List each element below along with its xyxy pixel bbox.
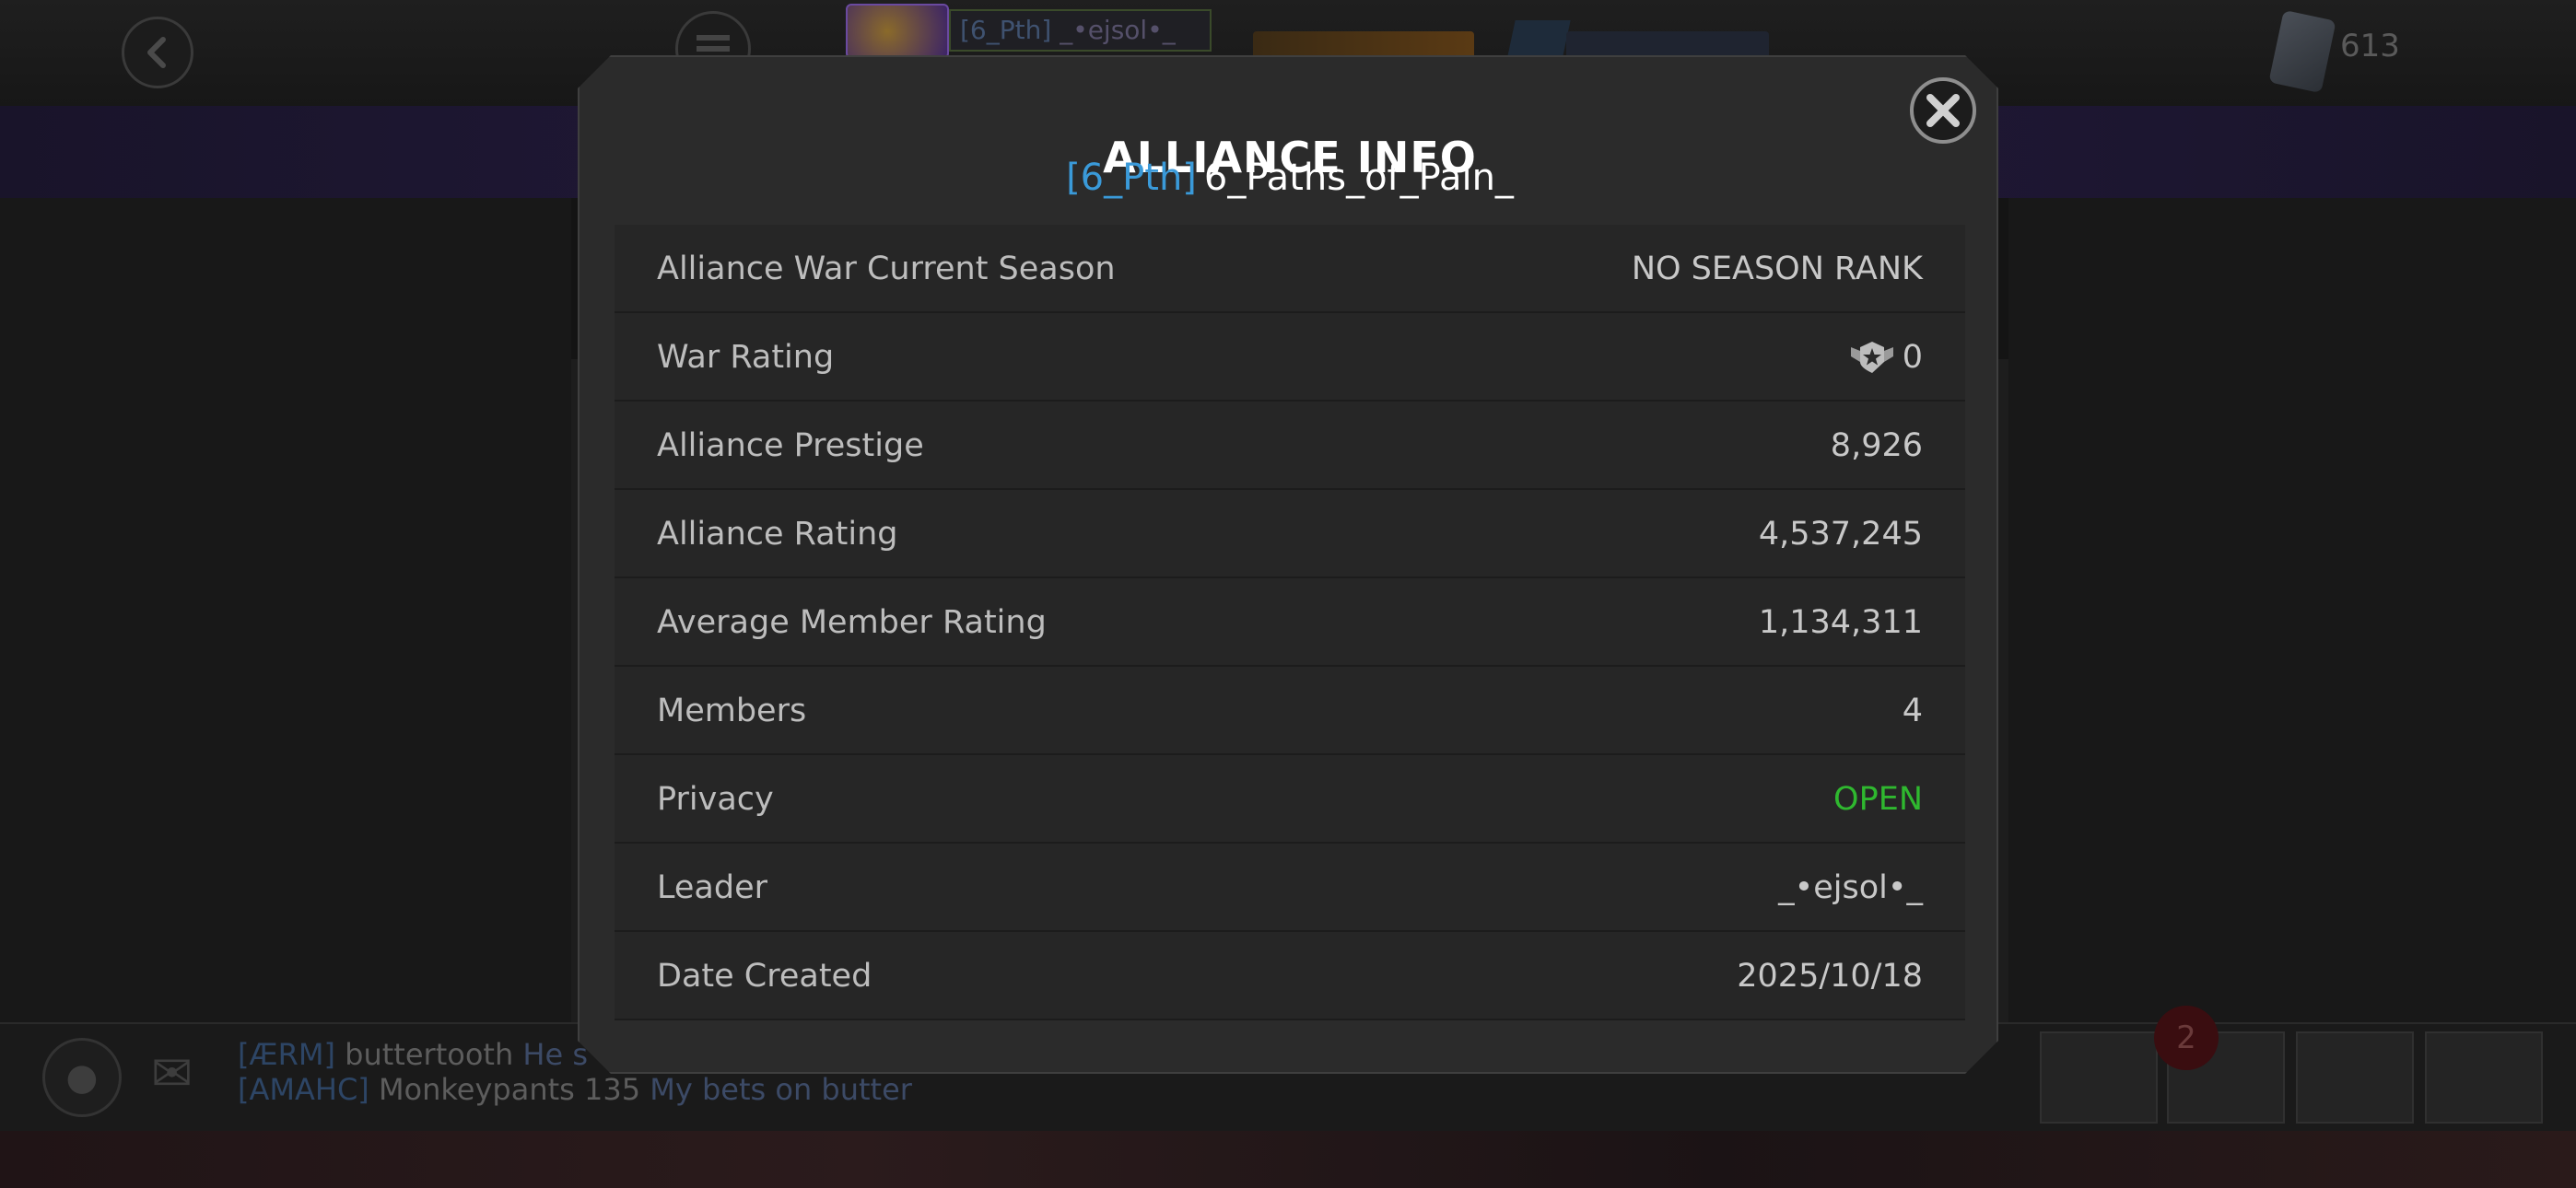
notification-badge: 2 xyxy=(2154,1006,2219,1070)
row-value: 1,134,311 xyxy=(1758,604,1923,641)
chat-message[interactable]: [ÆRM] buttertooth He s xyxy=(238,1037,588,1072)
objectives-button[interactable] xyxy=(2425,1031,2543,1124)
game-screen: [6_Pth] _•ejsol•_ 613 ● ✉ [ÆRM] butterto… xyxy=(0,0,2576,1188)
row-value: 2025/10/18 xyxy=(1737,958,1923,995)
row-label: Members xyxy=(657,693,807,729)
row-label: War Rating xyxy=(657,339,835,376)
info-row-date-created: Date Created 2025/10/18 xyxy=(615,932,1965,1020)
right-panel xyxy=(2008,198,2576,1022)
info-row-war-season: Alliance War Current Season NO SEASON RA… xyxy=(615,225,1965,313)
war-rating-value-group: 0 xyxy=(1847,313,1923,402)
alliance-info-table: Alliance War Current Season NO SEASON RA… xyxy=(615,225,1965,1020)
quests-button[interactable] xyxy=(2296,1031,2414,1124)
info-row-members: Members 4 xyxy=(615,667,1965,755)
row-value: NO SEASON RANK xyxy=(1631,250,1923,287)
alliance-name: 6_Paths_of_Pain_ xyxy=(1203,157,1514,199)
back-button[interactable] xyxy=(122,17,193,88)
info-row-war-rating: War Rating 0 xyxy=(615,313,1965,402)
info-row-privacy: Privacy OPEN xyxy=(615,755,1965,844)
player-name: _•ejsol•_ xyxy=(1060,15,1176,45)
chat-bubble-icon[interactable]: ✉ xyxy=(151,1048,208,1100)
row-value: 0 xyxy=(1902,339,1923,376)
leader-name[interactable]: _•ejsol•_ xyxy=(1778,844,1923,932)
row-label: Privacy xyxy=(657,781,774,818)
info-row-prestige: Alliance Prestige 8,926 xyxy=(615,402,1965,490)
close-icon xyxy=(1923,90,1963,131)
chevron-left-icon xyxy=(147,37,166,68)
alliance-info-modal: ALLIANCE INFO [6_Pth] 6_Paths_of_Pain_ Al… xyxy=(578,55,1998,1074)
chat-alliance-tag: [ÆRM] xyxy=(238,1037,335,1072)
units-count[interactable]: 613 xyxy=(2340,28,2400,64)
crystal-icon xyxy=(1506,20,1571,61)
row-value: 8,926 xyxy=(1830,427,1923,464)
crystal-vault-button[interactable] xyxy=(2040,1031,2158,1124)
chat-username: buttertooth xyxy=(345,1037,514,1072)
player-tag: [6_Pth] xyxy=(960,15,1052,45)
war-rating-badge-icon xyxy=(1847,338,1897,377)
left-panel xyxy=(0,198,571,1022)
row-label: Alliance Prestige xyxy=(657,427,924,464)
alliance-tag: [6_Pth] xyxy=(1066,157,1197,199)
player-avatar[interactable] xyxy=(846,4,949,59)
row-label: Leader xyxy=(657,869,768,906)
chat-alliance-tag: [AMAHC] xyxy=(238,1072,369,1107)
group-icon: ● xyxy=(65,1056,99,1099)
player-name-plate[interactable]: [6_Pth] _•ejsol•_ xyxy=(949,9,1212,52)
row-value: 4 xyxy=(1902,693,1923,729)
chat-message[interactable]: [AMAHC] Monkeypants 135 My bets on butte… xyxy=(238,1072,912,1107)
row-label: Alliance War Current Season xyxy=(657,250,1116,287)
chat-username: Monkeypants 135 xyxy=(378,1072,641,1107)
row-value: 4,537,245 xyxy=(1758,516,1923,553)
row-label: Alliance Rating xyxy=(657,516,898,553)
info-row-alliance-rating: Alliance Rating 4,537,245 xyxy=(615,490,1965,578)
alliance-name-line: [6_Pth] 6_Paths_of_Pain_ xyxy=(580,157,2000,199)
close-button[interactable] xyxy=(1910,77,1976,144)
bottom-strip xyxy=(0,1131,2576,1188)
alliance-chat-button[interactable]: ● xyxy=(42,1038,122,1117)
row-label: Average Member Rating xyxy=(657,604,1047,641)
info-row-leader: Leader _•ejsol•_ xyxy=(615,844,1965,932)
info-row-average-member-rating: Average Member Rating 1,134,311 xyxy=(615,578,1965,667)
row-label: Date Created xyxy=(657,958,872,995)
gold-meter[interactable] xyxy=(1566,31,1769,59)
privacy-status: OPEN xyxy=(1833,781,1923,818)
chat-text: My bets on butter xyxy=(650,1072,912,1107)
chat-text: He s xyxy=(522,1037,588,1072)
energy-meter[interactable] xyxy=(1253,31,1474,59)
